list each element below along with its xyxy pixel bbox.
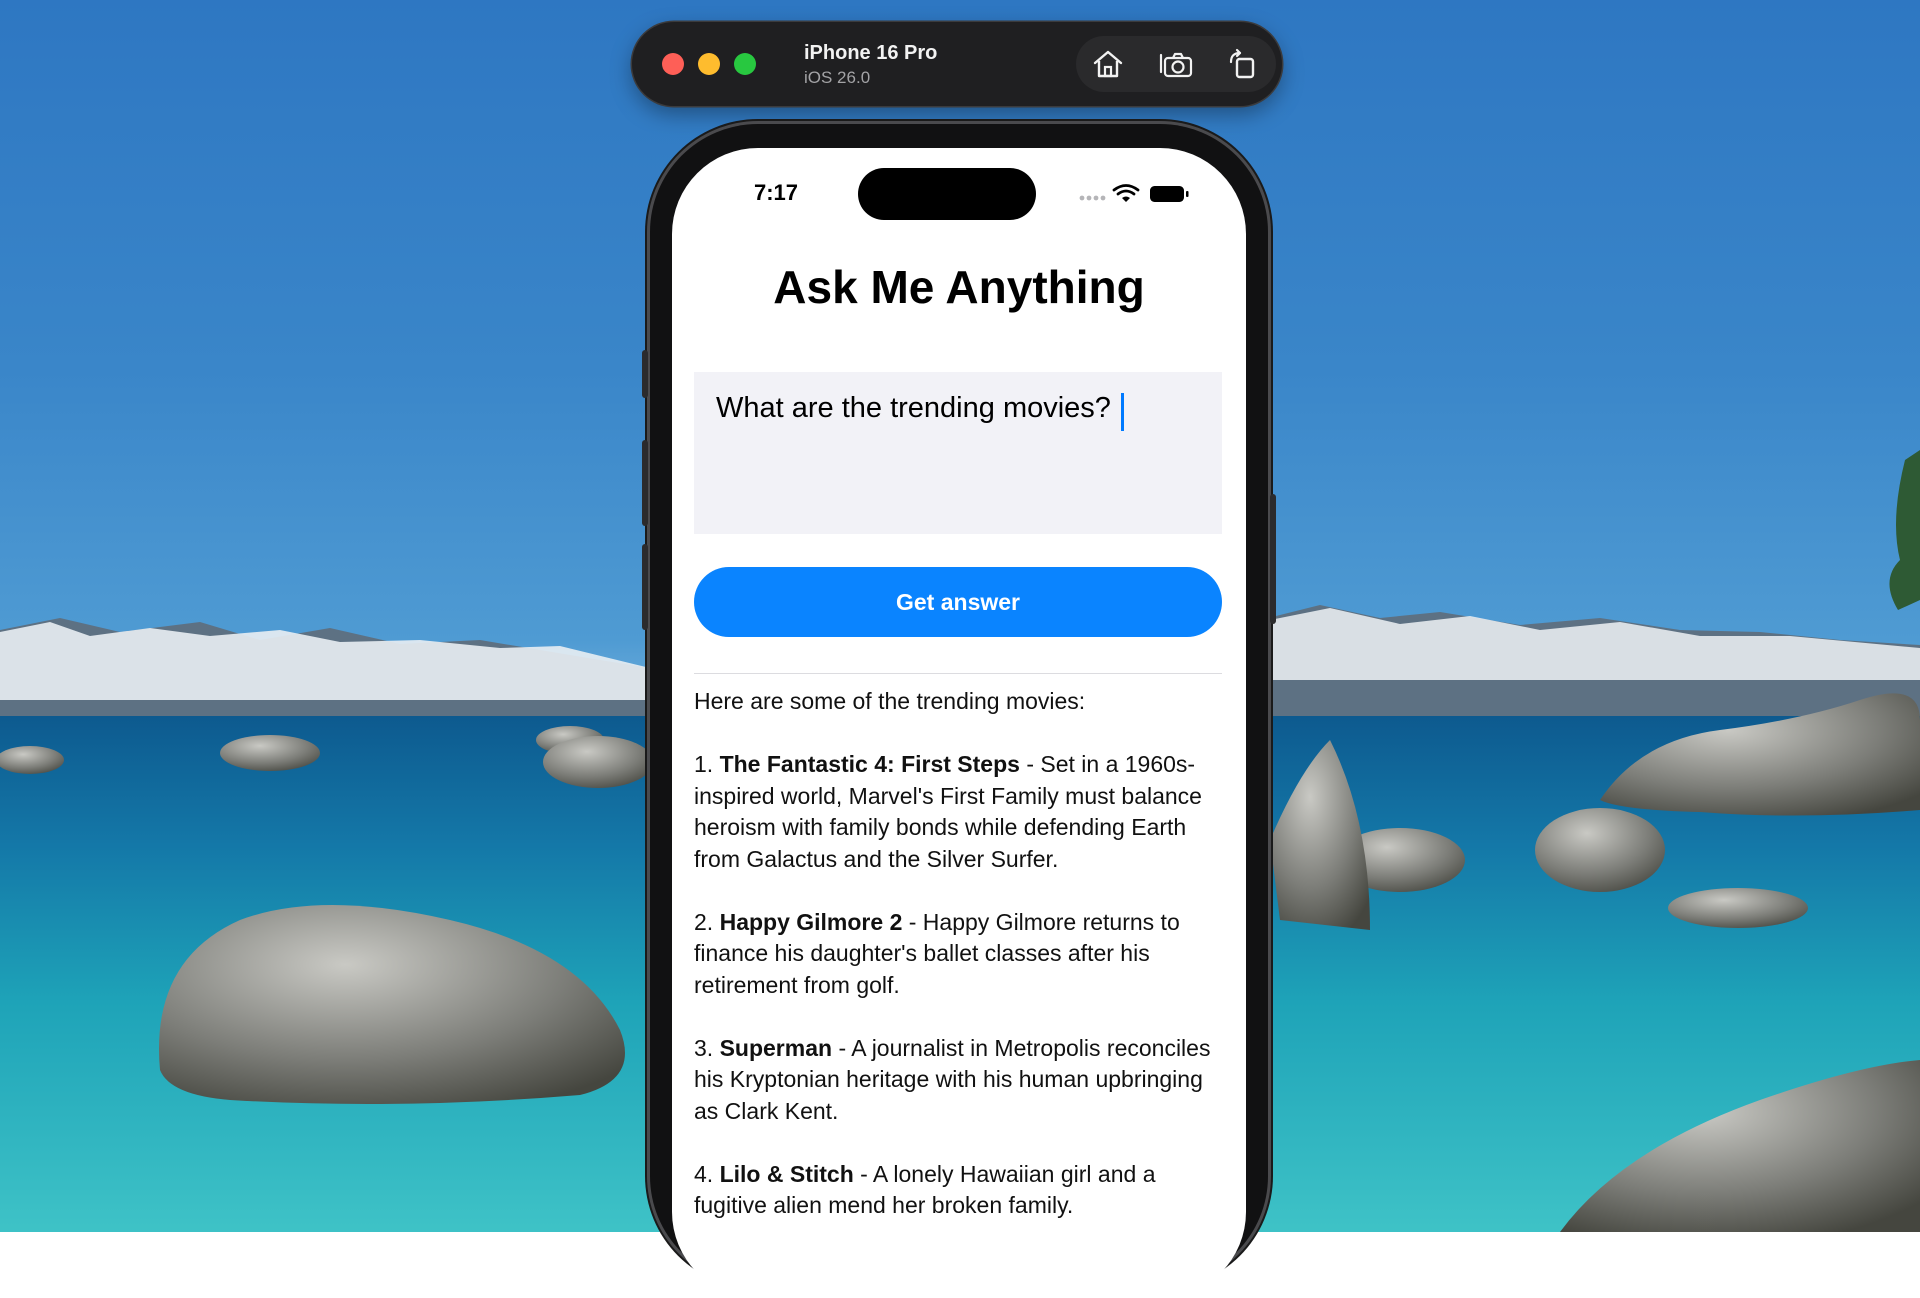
volume-up-button[interactable] [642, 440, 648, 526]
movie-number: 4. [694, 1160, 720, 1187]
movie-title: Happy Gilmore 2 [719, 908, 903, 935]
zoom-window-button[interactable] [734, 53, 756, 75]
simulator-toolbar: iPhone 16 Pro iOS 26.0 [632, 22, 1282, 106]
movie-number: 2. [694, 908, 720, 935]
movie-number: 1. [694, 751, 720, 777]
screenshot-icon [1159, 52, 1193, 78]
action-button[interactable] [642, 350, 648, 398]
volume-down-button[interactable] [642, 544, 648, 630]
get-answer-button[interactable]: Get answer [694, 567, 1222, 637]
dynamic-island [858, 168, 1036, 220]
movie-item: 4. Lilo & Stitch - A lonely Hawaiian gir… [694, 1159, 1226, 1222]
movie-item: 2. Happy Gilmore 2 - Happy Gilmore retur… [694, 907, 1226, 1002]
movie-item: 1. The Fantastic 4: First Steps - Set in… [694, 749, 1226, 875]
iphone-device: 7:17 Ask Me Anything What are the trendi… [642, 124, 1276, 1298]
os-version: iOS 26.0 [804, 68, 871, 87]
movie-item: 3. Superman - A journalist in Metropolis… [694, 1033, 1226, 1128]
minimize-window-button[interactable] [698, 53, 720, 75]
battery-icon [1150, 186, 1189, 202]
movie-title: The Fantastic 4: First Steps [719, 751, 1020, 777]
home-button[interactable] [1086, 44, 1130, 84]
movie-list: 1. The Fantastic 4: First Steps - Set in… [694, 749, 1226, 1222]
home-icon [1093, 50, 1123, 78]
movie-title: Lilo & Stitch [719, 1160, 854, 1187]
status-time: 7:17 [754, 180, 799, 205]
status-icons [1072, 182, 1222, 206]
screenshot-button[interactable] [1154, 44, 1198, 84]
movie-title: Superman [719, 1034, 833, 1061]
wifi-icon [1112, 184, 1140, 202]
rotate-icon [1229, 48, 1255, 79]
answer-intro: Here are some of the trending movies: [694, 688, 1086, 714]
movie-number: 3. [694, 1034, 720, 1061]
close-window-button[interactable] [662, 53, 684, 75]
power-button[interactable] [1270, 494, 1276, 624]
device-name: iPhone 16 Pro [804, 42, 938, 64]
text-cursor [1121, 393, 1124, 431]
phone-screen: 7:17 Ask Me Anything What are the trendi… [672, 148, 1246, 1298]
page-title: Ask Me Anything [773, 261, 1145, 313]
cellular-dots-icon [1079, 195, 1106, 201]
simulator-tools [1076, 36, 1276, 92]
answer-text: Here are some of the trending movies: 1.… [694, 686, 1226, 1253]
question-input[interactable] [694, 372, 1222, 534]
divider [694, 673, 1222, 674]
rotate-button[interactable] [1220, 44, 1264, 84]
